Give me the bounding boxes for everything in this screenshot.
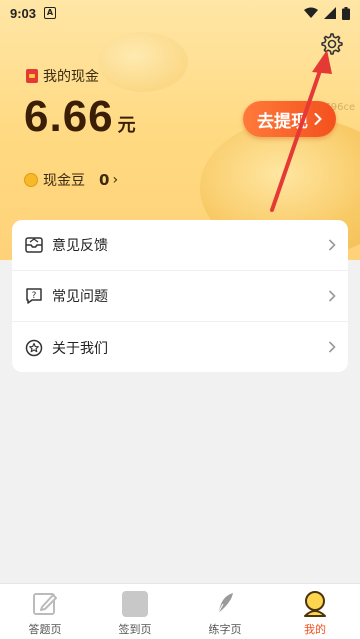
tab-checkin[interactable]: 签到页 <box>90 584 180 639</box>
status-icons <box>304 6 350 20</box>
gear-icon <box>321 33 343 55</box>
chevron-right-icon <box>314 113 322 125</box>
checkin-icon <box>121 590 149 618</box>
red-packet-icon <box>26 69 38 83</box>
svg-text:?: ? <box>32 291 37 301</box>
menu-item-about[interactable]: 关于我们 <box>12 322 348 373</box>
cash-amount-value: 6.66 <box>24 92 114 141</box>
menu-label: 关于我们 <box>52 340 108 357</box>
edit-icon <box>31 590 59 618</box>
menu-item-feedback[interactable]: 意见反馈 <box>12 220 348 271</box>
menu-card: 意见反馈 ? 常见问题 关于我们 <box>12 220 348 372</box>
tab-profile[interactable]: 我的 <box>270 584 360 639</box>
chevron-right-icon: › <box>112 172 119 188</box>
tab-calligraphy[interactable]: 练字页 <box>180 584 270 639</box>
about-icon <box>24 338 44 358</box>
status-bar: 9:03 A <box>0 0 360 26</box>
tab-answer[interactable]: 答题页 <box>0 584 90 639</box>
withdraw-label: 去提现 <box>257 111 308 132</box>
cash-amount-unit: 元 <box>117 115 136 136</box>
battery-icon <box>342 6 350 20</box>
wallet-title: 我的现金 <box>26 66 99 86</box>
tab-label: 练字页 <box>208 623 242 636</box>
notification-icon: A <box>44 7 57 19</box>
question-icon: ? <box>24 286 44 306</box>
beans-count: 0 <box>99 171 110 189</box>
bean-icon <box>24 173 38 187</box>
cash-amount: 6.66 元 <box>24 92 136 142</box>
tab-label: 签到页 <box>118 623 152 636</box>
menu-label: 常见问题 <box>52 289 108 305</box>
cash-beans-link[interactable]: 现金豆 0 › <box>24 170 118 190</box>
menu-item-faq[interactable]: ? 常见问题 <box>12 271 348 322</box>
wifi-icon <box>304 7 318 18</box>
withdraw-button[interactable]: 去提现 <box>243 101 336 137</box>
settings-button[interactable] <box>318 30 346 58</box>
menu-label: 意见反馈 <box>52 238 108 254</box>
chevron-right-icon <box>328 236 336 255</box>
profile-icon <box>301 590 329 618</box>
chevron-right-icon <box>328 338 336 357</box>
tab-label: 答题页 <box>28 623 62 636</box>
wallet-title-label: 我的现金 <box>43 69 99 85</box>
pen-icon <box>211 590 239 618</box>
signal-icon <box>324 7 336 19</box>
bottom-tab-bar: 答题页 签到页 练字页 我的 <box>0 583 360 639</box>
status-time: 9:03 <box>10 5 37 21</box>
tab-label: 我的 <box>304 623 326 636</box>
chevron-right-icon <box>328 287 336 306</box>
beans-label: 现金豆 <box>43 173 85 189</box>
decorative-coin <box>98 32 188 92</box>
feedback-icon <box>24 235 44 255</box>
